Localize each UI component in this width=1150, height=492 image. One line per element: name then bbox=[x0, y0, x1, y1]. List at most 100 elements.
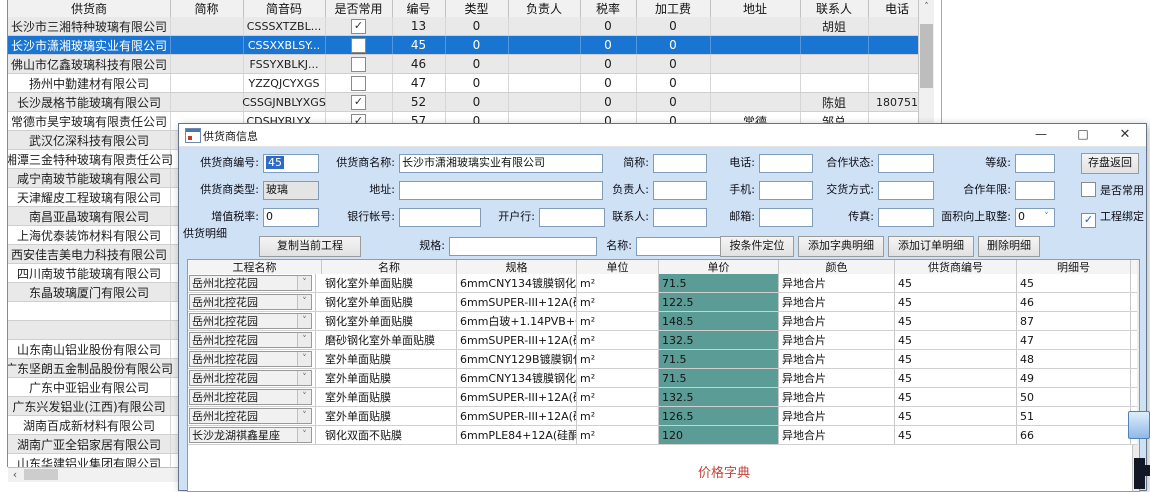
detail-row[interactable]: 岳州北控花园˅钢化室外单面贴膜6mmSUPER-III+12A(硅...m²12… bbox=[188, 293, 1137, 312]
project-select[interactable]: 岳州北控花园˅ bbox=[189, 389, 312, 405]
minimize-icon[interactable]: — bbox=[1027, 124, 1055, 146]
locate-button[interactable]: 按条件定位 bbox=[720, 236, 794, 257]
checkbox-icon[interactable] bbox=[1081, 182, 1096, 197]
column-header[interactable]: 地址 bbox=[710, 0, 801, 17]
bank-input[interactable] bbox=[539, 208, 605, 227]
detail-cell[interactable]: 岳州北控花园˅ bbox=[188, 369, 316, 387]
project-select[interactable]: 岳州北控花园˅ bbox=[189, 332, 312, 348]
column-header[interactable]: 负责人 bbox=[508, 0, 581, 17]
price-cell[interactable]: 148.5 bbox=[659, 312, 779, 330]
detail-row[interactable]: 岳州北控花园˅钢化室外单面贴膜6mmCNY134镀膜钢化m²71.5异地合片45… bbox=[188, 274, 1137, 293]
checkbox-icon[interactable] bbox=[351, 76, 366, 91]
column-header[interactable]: 简音码 bbox=[243, 0, 326, 17]
supplier-row[interactable]: 长沙晟格节能玻璃有限公司CSSGJNBLYXGS✓52000陈姐180751 bbox=[8, 93, 933, 112]
area-round-select[interactable]: 0˅ bbox=[1015, 208, 1055, 227]
chevron-down-icon[interactable]: ˅ bbox=[297, 333, 311, 347]
price-cell[interactable]: 120 bbox=[659, 426, 779, 444]
chevron-down-icon[interactable]: ˅ bbox=[297, 295, 311, 309]
supplier-no-input[interactable]: 45 bbox=[263, 154, 319, 173]
price-cell[interactable]: 122.5 bbox=[659, 293, 779, 311]
detail-column-header[interactable]: 明细号 bbox=[1017, 260, 1131, 274]
delete-detail-button[interactable]: 删除明细 bbox=[978, 236, 1040, 257]
column-header[interactable]: 加工费 bbox=[636, 0, 711, 17]
add-order-detail-button[interactable]: 添加订单明细 bbox=[888, 236, 974, 257]
delivery-input[interactable] bbox=[878, 181, 934, 200]
short-name-input[interactable] bbox=[653, 154, 707, 173]
coop-status-input[interactable] bbox=[878, 154, 934, 173]
column-header[interactable]: 是否常用 bbox=[325, 0, 393, 17]
price-cell[interactable]: 132.5 bbox=[659, 388, 779, 406]
detail-cell[interactable]: 岳州北控花园˅ bbox=[188, 293, 316, 311]
detail-column-header[interactable]: 供货商编号 bbox=[895, 260, 1017, 274]
project-select[interactable]: 岳州北控花园˅ bbox=[189, 275, 312, 291]
detail-column-header[interactable]: 规格 bbox=[457, 260, 577, 274]
common-checkbox-cell[interactable]: ✓ bbox=[325, 93, 393, 111]
chevron-down-icon[interactable]: ˅ bbox=[297, 409, 311, 423]
supplier-type-input[interactable]: 玻璃 bbox=[263, 181, 319, 200]
chevron-down-icon[interactable]: ˅ bbox=[297, 371, 311, 385]
supplier-row[interactable]: 扬州中勤建材有限公司YZZQJCYXGS47000 bbox=[8, 74, 933, 93]
project-select[interactable]: 岳州北控花园˅ bbox=[189, 408, 312, 424]
detail-column-header[interactable]: 单位 bbox=[577, 260, 659, 274]
column-header[interactable]: 税率 bbox=[580, 0, 637, 17]
chevron-down-icon[interactable]: ˅ bbox=[297, 276, 311, 290]
bank-account-input[interactable] bbox=[399, 208, 481, 227]
copy-project-button[interactable]: 复制当前工程 bbox=[259, 236, 361, 257]
phone-input[interactable] bbox=[759, 154, 813, 173]
checkbox-checked-icon[interactable]: ✓ bbox=[351, 95, 366, 110]
supplier-name-input[interactable]: 长沙市潇湘玻璃实业有限公司 bbox=[399, 154, 603, 173]
detail-row[interactable]: 岳州北控花园˅室外单面贴膜6mmSUPER-III+12A(硅...m²132.… bbox=[188, 388, 1137, 407]
detail-cell[interactable]: 岳州北控花园˅ bbox=[188, 274, 316, 292]
detail-cell[interactable]: 岳州北控花园˅ bbox=[188, 388, 316, 406]
project-select[interactable]: 长沙龙湖祺鑫星座˅ bbox=[189, 427, 312, 443]
common-checkbox-cell[interactable]: ✓ bbox=[325, 17, 393, 35]
detail-row[interactable]: 岳州北控花园˅室外单面贴膜6mmCNY129B镀膜钢化m²71.5异地合片454… bbox=[188, 350, 1137, 369]
add-dict-detail-button[interactable]: 添加字典明细 bbox=[798, 236, 884, 257]
project-select[interactable]: 岳州北控花园˅ bbox=[189, 313, 312, 329]
often-used-checkbox[interactable]: 是否常用 bbox=[1081, 182, 1144, 198]
email-input[interactable] bbox=[759, 208, 813, 227]
price-cell[interactable]: 71.5 bbox=[659, 350, 779, 368]
column-header[interactable]: 编号 bbox=[392, 0, 446, 17]
mobile-input[interactable] bbox=[759, 181, 813, 200]
dialog-titlebar[interactable]: 供货商信息 — □ ✕ bbox=[179, 124, 1146, 147]
hscrollbar-thumb[interactable] bbox=[24, 469, 58, 480]
vat-input[interactable]: 0 bbox=[263, 208, 319, 227]
scroll-left-icon[interactable]: ‹ bbox=[8, 468, 22, 482]
detail-row[interactable]: 岳州北控花园˅钢化室外单面贴膜6mm白玻+1.14PVB+6mm...m²148… bbox=[188, 312, 1137, 331]
detail-row[interactable]: 岳州北控花园˅室外单面贴膜6mmCNY134镀膜钢化m²71.5异地合片4549 bbox=[188, 369, 1137, 388]
detail-row[interactable]: 长沙龙湖祺鑫星座˅钢化双面不贴膜6mmPLE84+12A(硅酮胶...m²120… bbox=[188, 426, 1137, 445]
detail-cell[interactable]: 岳州北控花园˅ bbox=[188, 312, 316, 330]
chevron-down-icon[interactable]: ˅ bbox=[297, 352, 311, 366]
column-header[interactable]: 简称 bbox=[170, 0, 244, 17]
column-header[interactable]: 联系人 bbox=[800, 0, 869, 17]
maximize-icon[interactable]: □ bbox=[1069, 124, 1097, 146]
detail-column-header[interactable]: 工程名称 bbox=[188, 260, 322, 274]
common-checkbox-cell[interactable] bbox=[325, 55, 393, 73]
common-checkbox-cell[interactable] bbox=[325, 36, 393, 54]
project-bind-checkbox[interactable]: ✓工程绑定 bbox=[1081, 209, 1144, 225]
common-checkbox-cell[interactable] bbox=[325, 74, 393, 92]
supplier-row[interactable]: 佛山市亿鑫玻璃科技有限公司FSSYXBLKJ...46000 bbox=[8, 55, 933, 74]
scroll-up-icon[interactable]: ˄ bbox=[919, 0, 934, 15]
supplier-row[interactable]: 长沙市潇湘玻璃实业有限公司CSSXXBLSY...45000 bbox=[8, 36, 933, 55]
column-header[interactable]: 类型 bbox=[445, 0, 509, 17]
spec-filter-input[interactable] bbox=[449, 237, 597, 256]
detail-column-header[interactable]: 单价 bbox=[659, 260, 779, 274]
price-cell[interactable]: 132.5 bbox=[659, 331, 779, 349]
chevron-down-icon[interactable]: ˅ bbox=[1040, 210, 1053, 225]
project-select[interactable]: 岳州北控花园˅ bbox=[189, 351, 312, 367]
price-cell[interactable]: 126.5 bbox=[659, 407, 779, 425]
name-filter-input[interactable] bbox=[636, 237, 722, 256]
contact-input[interactable] bbox=[653, 208, 707, 227]
detail-row[interactable]: 岳州北控花园˅磨砂钢化室外单面贴膜6mmSUPER-III+12A(硅...m²… bbox=[188, 331, 1137, 350]
checkbox-checked-icon[interactable]: ✓ bbox=[1081, 213, 1096, 228]
address-input[interactable] bbox=[399, 181, 603, 200]
column-header[interactable]: 供货商 bbox=[8, 0, 171, 17]
chevron-down-icon[interactable]: ˅ bbox=[297, 314, 311, 328]
coop-years-input[interactable] bbox=[1015, 181, 1055, 200]
supplier-table-vscrollbar[interactable]: ˄ bbox=[918, 0, 934, 123]
price-cell[interactable]: 71.5 bbox=[659, 369, 779, 387]
detail-column-header[interactable]: 名称 bbox=[322, 260, 457, 274]
supplier-row[interactable]: 长沙市三湘特种玻璃有限公司CSSSXTZBL...✓13000胡姐 bbox=[8, 17, 933, 36]
